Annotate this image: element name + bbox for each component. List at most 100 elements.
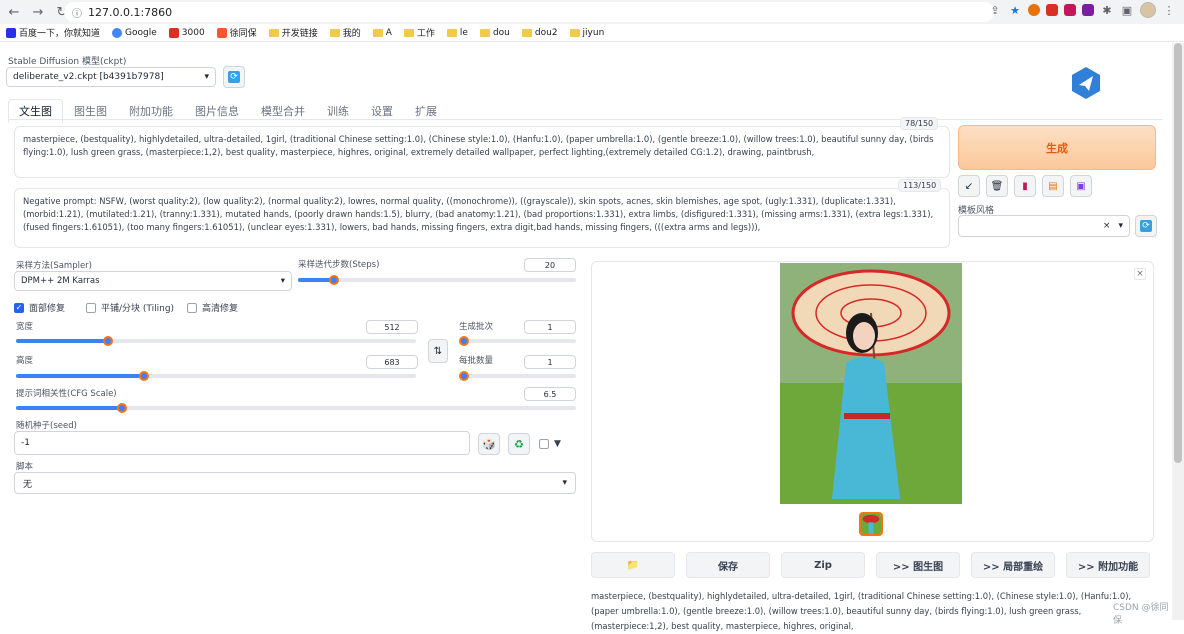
folder-icon xyxy=(479,28,490,37)
caret-down-icon: ▾ xyxy=(562,478,567,488)
extension-icon[interactable] xyxy=(1046,4,1058,16)
extension-icon[interactable] xyxy=(1064,4,1076,16)
save-button[interactable]: 保存 xyxy=(686,552,770,578)
refresh-icon: ⟳ xyxy=(228,71,240,83)
bookmark-item[interactable]: 徐同保 xyxy=(216,26,257,39)
batch-size-input[interactable]: 1 xyxy=(524,355,576,369)
face-restore-checkbox[interactable]: ✓ 面部修复 xyxy=(14,301,65,314)
bookmark-folder[interactable]: A xyxy=(372,28,392,38)
caret-down-icon: ▾ xyxy=(1118,221,1123,231)
swap-dimensions-button[interactable]: ⇅ xyxy=(428,339,448,363)
slider-thumb[interactable] xyxy=(139,371,149,381)
extension-icon[interactable] xyxy=(1028,4,1040,16)
slider-thumb[interactable] xyxy=(459,336,469,346)
open-folder-button[interactable]: 📁 xyxy=(591,552,675,578)
script-select[interactable]: 无 ▾ xyxy=(14,472,576,494)
share-icon[interactable]: ⇪ xyxy=(988,3,1002,17)
forward-icon[interactable]: → xyxy=(28,2,48,22)
extension-icon[interactable] xyxy=(1082,4,1094,16)
generated-image[interactable] xyxy=(780,263,962,504)
folder-icon xyxy=(329,28,340,37)
trash-icon[interactable]: 🗑 xyxy=(986,175,1008,197)
bookmark-folder[interactable]: 开发链接 xyxy=(268,26,318,39)
checkbox-box xyxy=(539,439,549,449)
sidepanel-icon[interactable]: ▣ xyxy=(1120,3,1134,17)
generate-button[interactable]: 生成 xyxy=(958,125,1156,170)
prompt-textarea[interactable]: masterpiece, (bestquality), highlydetail… xyxy=(14,126,950,178)
width-slider[interactable] xyxy=(16,336,416,346)
batch-count-input[interactable]: 1 xyxy=(524,320,576,334)
bookmark-item[interactable]: 百度一下，你就知道 xyxy=(6,26,100,39)
baidu-icon xyxy=(6,27,16,38)
seed-input[interactable]: -1 xyxy=(14,431,470,455)
clear-icon[interactable]: × xyxy=(1103,221,1111,231)
style-select[interactable]: × ▾ xyxy=(958,215,1130,237)
page-scrollbar[interactable] xyxy=(1172,43,1184,620)
bookmark-folder[interactable]: 工作 xyxy=(403,26,435,39)
slider-thumb[interactable] xyxy=(459,371,469,381)
sampler-select[interactable]: DPM++ 2M Karras ▾ xyxy=(14,271,292,291)
star-icon[interactable]: ★ xyxy=(1008,3,1022,17)
bookmark-folder[interactable]: dou2 xyxy=(521,28,558,38)
folder-icon xyxy=(521,28,532,37)
negative-prompt-textarea[interactable]: Negative prompt: NSFW, (worst quality:2)… xyxy=(14,188,950,248)
height-slider[interactable] xyxy=(16,371,416,381)
send-to-extras-button[interactable]: >> 附加功能 xyxy=(1066,552,1150,578)
bookmark-item[interactable]: Google xyxy=(112,27,157,38)
slider-thumb[interactable] xyxy=(117,403,128,413)
checkmark-icon: ✓ xyxy=(14,302,24,313)
zip-button[interactable]: Zip xyxy=(781,552,865,578)
checkbox-box xyxy=(187,302,197,313)
width-label: 宽度 xyxy=(16,322,34,332)
dice-icon: 🎲 xyxy=(482,437,496,451)
address-bar[interactable]: ⓘ 127.0.0.1:7860 xyxy=(64,2,994,22)
read-params-icon[interactable]: ↙ xyxy=(958,175,980,197)
bookmark-folder[interactable]: le xyxy=(446,28,468,38)
model-label: Stable Diffusion 模型(ckpt) xyxy=(8,57,127,67)
puzzle-icon[interactable]: ✱ xyxy=(1100,3,1114,17)
gallery-thumbnail[interactable] xyxy=(859,512,883,536)
scrollbar-thumb[interactable] xyxy=(1174,43,1182,463)
site-info-icon[interactable]: ⓘ xyxy=(72,5,82,20)
steps-slider[interactable] xyxy=(298,275,576,285)
slider-fill xyxy=(16,374,144,378)
refresh-styles-button[interactable]: ⟳ xyxy=(1135,215,1157,237)
reuse-seed-button[interactable]: ♻ xyxy=(508,433,530,455)
send-to-inpaint-button[interactable]: >> 局部重绘 xyxy=(971,552,1055,578)
height-input[interactable]: 683 xyxy=(366,355,418,369)
batch-count-label: 生成批次 xyxy=(459,322,494,332)
slider-thumb[interactable] xyxy=(103,336,113,346)
bookmark-folder[interactable]: jiyun xyxy=(569,28,604,38)
extra-seed-checkbox[interactable]: ▼ xyxy=(539,439,561,449)
cfg-slider[interactable] xyxy=(16,403,576,413)
batch-size-slider[interactable] xyxy=(459,371,576,381)
model-select[interactable]: deliberate_v2.ckpt [b4391b7978] ▾ xyxy=(6,67,216,87)
caret-down-icon: ▼ xyxy=(554,439,561,449)
generation-info: masterpiece, (bestquality), highlydetail… xyxy=(591,591,1132,631)
save-style-icon[interactable]: ▣ xyxy=(1070,175,1092,197)
show-extra-networks-icon[interactable]: ▮ xyxy=(1014,175,1036,197)
tiling-checkbox[interactable]: 平铺/分块 (Tiling) xyxy=(86,301,174,314)
cfg-input[interactable]: 6.5 xyxy=(524,387,576,401)
bookmark-item[interactable]: 3000 xyxy=(168,27,205,38)
menu-icon[interactable]: ⋮ xyxy=(1162,3,1176,17)
slider-thumb[interactable] xyxy=(329,275,340,285)
send-to-img2img-button[interactable]: >> 图生图 xyxy=(876,552,960,578)
refresh-models-button[interactable]: ⟳ xyxy=(223,66,245,88)
tab-divider xyxy=(8,119,1163,120)
bookmark-folder[interactable]: 我的 xyxy=(329,26,361,39)
random-seed-button[interactable]: 🎲 xyxy=(478,433,500,455)
close-icon[interactable]: × xyxy=(1134,268,1146,280)
bookmark-folder[interactable]: dou xyxy=(479,28,510,38)
batch-count-slider[interactable] xyxy=(459,336,576,346)
refresh-icon: ⟳ xyxy=(1140,220,1152,232)
width-input[interactable]: 512 xyxy=(366,320,418,334)
height-label: 高度 xyxy=(16,356,34,366)
hires-fix-checkbox[interactable]: 高清修复 xyxy=(187,301,238,314)
negative-token-counter: 113/150 xyxy=(898,179,942,192)
folder-icon xyxy=(446,28,457,37)
clipboard-icon[interactable]: ▤ xyxy=(1042,175,1064,197)
steps-input[interactable]: 20 xyxy=(524,258,576,272)
back-icon[interactable]: ← xyxy=(4,2,24,22)
avatar[interactable] xyxy=(1140,2,1156,18)
